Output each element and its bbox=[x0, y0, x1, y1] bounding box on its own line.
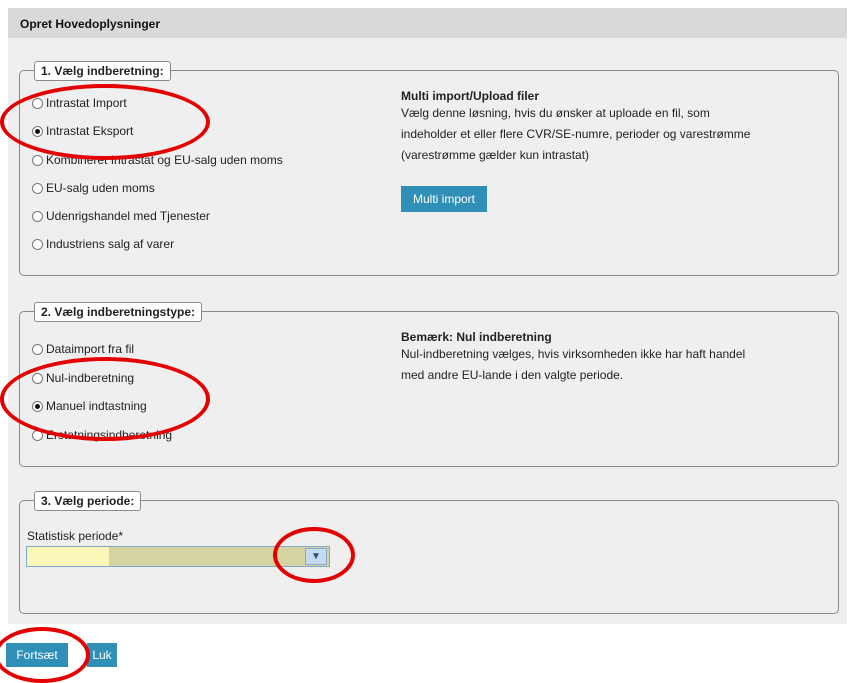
info-line: Vælg denne løsning, hvis du ønsker at up… bbox=[401, 106, 710, 120]
radio-label: EU-salg uden moms bbox=[46, 181, 155, 195]
nul-indberetning-description: Nul-indberetning vælges, hvis virksomhed… bbox=[401, 344, 745, 386]
radio-kombineret[interactable]: Kombineret Intrastat og EU-salg uden mom… bbox=[32, 153, 283, 167]
page-title: Opret Hovedoplysninger bbox=[20, 17, 161, 31]
radio-button[interactable] bbox=[32, 210, 43, 222]
radio-label: Udenrigshandel med Tjenester bbox=[46, 209, 210, 223]
nul-indberetning-title: Bemærk: Nul indberetning bbox=[401, 330, 552, 344]
multi-import-description: Vælg denne løsning, hvis du ønsker at up… bbox=[401, 103, 750, 166]
radio-label: Erstatningsindberetning bbox=[46, 428, 173, 442]
info-line: indeholder et eller flere CVR/SE-numre, … bbox=[401, 127, 751, 141]
radio-label: Intrastat Import bbox=[46, 96, 127, 110]
panel-header: Opret Hovedoplysninger bbox=[8, 8, 847, 38]
radio-button[interactable] bbox=[32, 125, 43, 137]
select-value bbox=[27, 547, 109, 566]
radio-nul-indberetning[interactable]: Nul-indberetning bbox=[32, 371, 134, 385]
continue-button[interactable]: Fortsæt bbox=[6, 643, 68, 667]
radio-button[interactable] bbox=[32, 400, 43, 412]
radio-erstatningsindberetning[interactable]: Erstatningsindberetning bbox=[32, 428, 172, 442]
radio-label: Intrastat Eksport bbox=[46, 124, 134, 138]
radio-dataimport[interactable]: Dataimport fra fil bbox=[32, 342, 134, 356]
radio-button[interactable] bbox=[32, 154, 43, 166]
multi-import-title: Multi import/Upload filer bbox=[401, 89, 539, 103]
radio-button[interactable] bbox=[32, 429, 43, 441]
radio-label: Kombineret Intrastat og EU-salg uden mom… bbox=[46, 153, 283, 167]
radio-button[interactable] bbox=[32, 97, 43, 109]
info-line: med andre EU-lande i den valgte periode. bbox=[401, 368, 624, 382]
radio-button[interactable] bbox=[32, 372, 43, 384]
legend-periode: 3. Vælg periode: bbox=[34, 491, 142, 511]
multi-import-button[interactable]: Multi import bbox=[401, 186, 487, 212]
radio-button[interactable] bbox=[32, 182, 43, 194]
legend-indberetning: 1. Vælg indberetning: bbox=[34, 61, 171, 81]
radio-label: Industriens salg af varer bbox=[46, 237, 175, 251]
radio-label: Nul-indberetning bbox=[46, 371, 135, 385]
radio-button[interactable] bbox=[32, 238, 43, 250]
radio-intrastat-eksport[interactable]: Intrastat Eksport bbox=[32, 124, 133, 138]
close-button[interactable]: Luk bbox=[87, 643, 117, 667]
radio-eu-salg[interactable]: EU-salg uden moms bbox=[32, 181, 155, 195]
periode-select[interactable]: ▼ bbox=[26, 546, 330, 567]
info-line: (varestrømme gælder kun intrastat) bbox=[401, 148, 590, 162]
radio-manuel-indtastning[interactable]: Manuel indtastning bbox=[32, 399, 147, 413]
chevron-down-icon[interactable]: ▼ bbox=[305, 548, 327, 565]
statistisk-periode-label: Statistisk periode* bbox=[27, 529, 124, 543]
radio-button[interactable] bbox=[32, 343, 43, 355]
radio-tjenester[interactable]: Udenrigshandel med Tjenester bbox=[32, 209, 210, 223]
info-line: Nul-indberetning vælges, hvis virksomhed… bbox=[401, 347, 746, 361]
radio-label: Dataimport fra fil bbox=[46, 342, 135, 356]
legend-indberetningstype: 2. Vælg indberetningstype: bbox=[34, 302, 203, 322]
radio-intrastat-import[interactable]: Intrastat Import bbox=[32, 96, 127, 110]
radio-industriens-salg[interactable]: Industriens salg af varer bbox=[32, 237, 174, 251]
radio-label: Manuel indtastning bbox=[46, 399, 147, 413]
